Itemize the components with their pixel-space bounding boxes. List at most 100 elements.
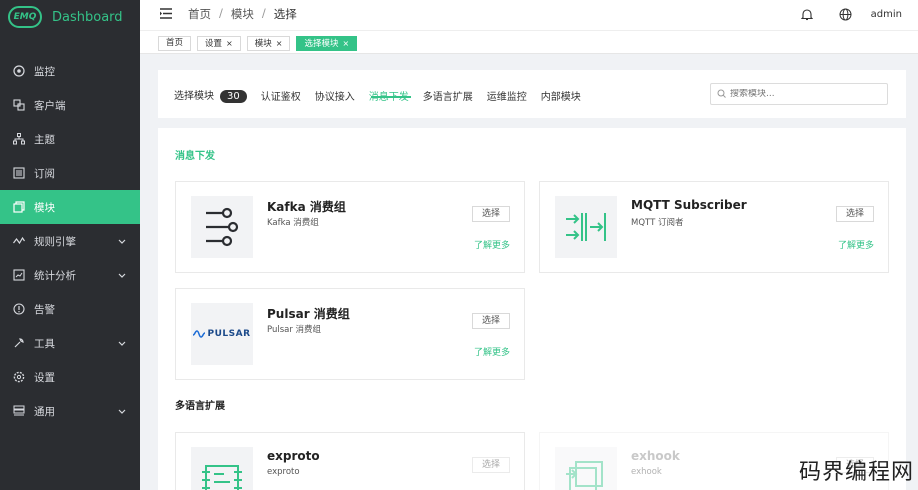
sidebar-item-label: 统计分析 bbox=[34, 269, 76, 282]
search-icon bbox=[717, 88, 726, 101]
monitor-icon bbox=[12, 64, 26, 78]
filter-title: 选择模块 bbox=[174, 91, 214, 102]
tags-bar: 首页 设置 × 模块 × 选择模块 × bbox=[140, 30, 918, 54]
module-name: Pulsar 消费组 bbox=[267, 307, 350, 321]
learn-more-link[interactable]: 了解更多 bbox=[838, 238, 874, 251]
breadcrumb-modules[interactable]: 模块 bbox=[231, 6, 254, 22]
tags-list: 首页 设置 × 模块 × 选择模块 × bbox=[158, 36, 363, 51]
exhook-logo bbox=[555, 447, 617, 490]
module-name: MQTT Subscriber bbox=[631, 198, 747, 212]
sidebar-item-label: 告警 bbox=[34, 303, 55, 316]
sidebar-item-tools[interactable]: 工具 bbox=[0, 326, 140, 360]
tab-select-module[interactable]: 选择模块 30 bbox=[174, 87, 247, 103]
pulsar-logo: PULSAR bbox=[191, 303, 253, 365]
tag-settings[interactable]: 设置 × bbox=[197, 36, 241, 51]
chevron-down-icon bbox=[118, 236, 126, 248]
tag-label: 设置 bbox=[205, 39, 223, 49]
sidebar-item-analytics[interactable]: 统计分析 bbox=[0, 258, 140, 292]
search-input[interactable] bbox=[730, 89, 880, 99]
tag-label: 选择模块 bbox=[304, 39, 339, 49]
chevron-down-icon bbox=[118, 270, 126, 282]
rules-icon bbox=[12, 234, 26, 248]
learn-more-link[interactable]: 了解更多 bbox=[474, 238, 510, 251]
emq-logo: EMQ bbox=[8, 6, 42, 28]
brand-title: Dashboard bbox=[52, 9, 123, 25]
module-count-badge: 30 bbox=[220, 90, 247, 103]
tab-protocol[interactable]: 协议接入 bbox=[315, 88, 355, 103]
module-card-exproto[interactable]: exproto exproto 选择 bbox=[175, 432, 525, 490]
module-filter-bar: 选择模块 30 认证鉴权 协议接入 消息下发 多语言扩展 运维监控 内部模块 bbox=[158, 70, 906, 118]
sidebar-item-label: 订阅 bbox=[34, 167, 55, 180]
bell-icon[interactable] bbox=[800, 8, 813, 21]
sidebar-item-settings[interactable]: 设置 bbox=[0, 360, 140, 394]
close-icon[interactable]: × bbox=[226, 39, 233, 48]
module-name: exhook bbox=[631, 449, 680, 463]
sidebar-item-modules[interactable]: 模块 bbox=[0, 190, 140, 224]
watermark-text: 码界编程网 bbox=[798, 460, 914, 485]
sidebar-item-label: 客户端 bbox=[34, 99, 66, 112]
exproto-logo bbox=[191, 447, 253, 490]
analytics-icon bbox=[12, 268, 26, 282]
tab-auth[interactable]: 认证鉴权 bbox=[261, 88, 301, 103]
sidebar-item-subscriptions[interactable]: 订阅 bbox=[0, 156, 140, 190]
sidebar-item-monitor[interactable]: 监控 bbox=[0, 54, 140, 88]
pulsar-logo-text: PULSAR bbox=[207, 329, 251, 339]
sidebar-item-topics[interactable]: 主题 bbox=[0, 122, 140, 156]
top-header: 首页 / 模块 / 选择 admin bbox=[140, 0, 918, 30]
general-icon bbox=[12, 404, 26, 418]
tab-ops-monitor[interactable]: 运维监控 bbox=[487, 88, 527, 103]
module-card-pulsar[interactable]: PULSAR Pulsar 消费组 Pulsar 消费组 选择 了解更多 bbox=[175, 288, 525, 380]
module-card-mqtt-subscriber[interactable]: MQTT Subscriber MQTT 订阅者 选择 了解更多 bbox=[539, 181, 889, 273]
tab-message-delivery[interactable]: 消息下发 bbox=[369, 88, 409, 103]
sidebar-item-label: 模块 bbox=[34, 201, 55, 214]
module-description: exhook bbox=[631, 467, 662, 477]
sidebar-item-clients[interactable]: 客户端 bbox=[0, 88, 140, 122]
chevron-down-icon bbox=[118, 338, 126, 350]
select-button[interactable]: 选择 bbox=[472, 457, 510, 473]
close-icon[interactable]: × bbox=[342, 39, 349, 48]
learn-more-link[interactable]: 了解更多 bbox=[474, 345, 510, 358]
user-menu[interactable]: admin bbox=[871, 9, 902, 20]
sidebar-item-alarm[interactable]: 告警 bbox=[0, 292, 140, 326]
alarm-icon bbox=[12, 302, 26, 316]
tag-home[interactable]: 首页 bbox=[158, 36, 192, 51]
tag-label: 首页 bbox=[166, 38, 184, 48]
tag-label: 模块 bbox=[254, 39, 272, 49]
module-description: Pulsar 消费组 bbox=[267, 325, 322, 335]
select-button[interactable]: 选择 bbox=[472, 313, 510, 329]
kafka-logo bbox=[191, 196, 253, 258]
module-description: Kafka 消费组 bbox=[267, 218, 319, 228]
breadcrumb-home[interactable]: 首页 bbox=[188, 6, 211, 22]
tag-modules[interactable]: 模块 × bbox=[246, 36, 291, 51]
sidebar-item-general[interactable]: 通用 bbox=[0, 394, 140, 428]
clients-icon bbox=[12, 98, 26, 112]
module-card-kafka[interactable]: Kafka 消费组 Kafka 消费组 选择 了解更多 bbox=[175, 181, 525, 273]
module-name: exproto bbox=[267, 449, 320, 463]
tab-internal[interactable]: 内部模块 bbox=[541, 88, 581, 103]
section-title: 消息下发 bbox=[175, 151, 215, 162]
module-name: Kafka 消费组 bbox=[267, 200, 346, 214]
brand[interactable]: EMQ Dashboard bbox=[0, 0, 140, 34]
module-description: MQTT 订阅者 bbox=[631, 218, 684, 228]
globe-icon[interactable] bbox=[839, 8, 852, 21]
select-button[interactable]: 选择 bbox=[472, 206, 510, 222]
tab-multi-language[interactable]: 多语言扩展 bbox=[423, 88, 473, 103]
breadcrumb-separator: / bbox=[261, 6, 266, 20]
sidebar-item-label: 规则引擎 bbox=[34, 235, 76, 248]
tools-icon bbox=[12, 336, 26, 350]
module-description: exproto bbox=[267, 467, 300, 477]
tag-select-module[interactable]: 选择模块 × bbox=[296, 36, 358, 51]
close-icon[interactable]: × bbox=[276, 39, 283, 48]
sidebar-item-rules[interactable]: 规则引擎 bbox=[0, 224, 140, 258]
search-box[interactable] bbox=[710, 83, 888, 105]
menu-toggle-icon[interactable] bbox=[160, 8, 172, 20]
sidebar-item-label: 设置 bbox=[34, 371, 55, 384]
sidebar-item-label: 工具 bbox=[34, 337, 55, 350]
select-button[interactable]: 选择 bbox=[836, 206, 874, 222]
sidebar-item-label: 监控 bbox=[34, 65, 55, 78]
subscriptions-icon bbox=[12, 166, 26, 180]
settings-icon bbox=[12, 370, 26, 384]
breadcrumb-current: 选择 bbox=[273, 7, 297, 21]
sidebar-menu: 监控 客户端 主题 订阅 模块 规则引擎 统计分析 告警 工具 设置 通用 bbox=[0, 54, 140, 428]
breadcrumb: 首页 / 模块 / 选择 bbox=[188, 6, 297, 22]
